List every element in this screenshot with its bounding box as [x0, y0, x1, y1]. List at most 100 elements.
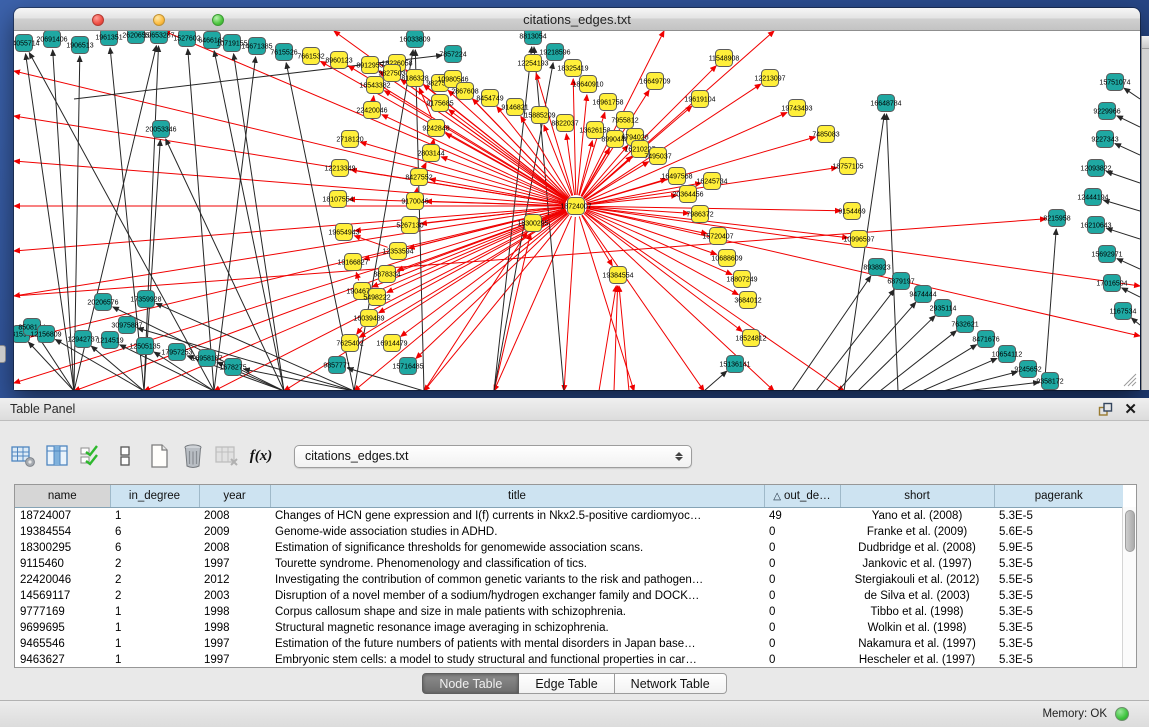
column-header-title[interactable]: title	[270, 485, 764, 507]
table-selector[interactable]: citations_edges.txt	[294, 445, 692, 468]
network-node[interactable]: 12254193	[517, 55, 548, 72]
network-node[interactable]: 9227343	[1091, 131, 1118, 148]
network-node[interactable]: 12213349	[324, 160, 355, 177]
network-node[interactable]: 10654112	[992, 346, 1023, 363]
column-header-short[interactable]: short	[840, 485, 994, 507]
network-node[interactable]: 15692971	[1091, 246, 1122, 263]
row-height-button[interactable]	[110, 441, 140, 471]
tab-edge-table[interactable]: Edge Table	[519, 673, 614, 694]
network-node[interactable]: 7485083	[812, 126, 839, 143]
network-node[interactable]: 18757105	[832, 158, 863, 175]
network-node[interactable]: 16245734	[696, 173, 727, 190]
network-node[interactable]: 9229966	[1093, 103, 1120, 120]
network-node[interactable]: 8454749	[476, 90, 503, 107]
network-node[interactable]: 7632621	[951, 316, 978, 333]
network-node[interactable]: 18640910	[572, 76, 603, 93]
network-node[interactable]: 9175685	[426, 95, 453, 112]
network-node[interactable]: 16648784	[870, 95, 901, 112]
function-builder-button[interactable]: f(x)	[246, 441, 276, 471]
network-node[interactable]: 19166827	[337, 254, 368, 271]
network-node[interactable]: 7615526	[270, 44, 297, 61]
network-view-window[interactable]: citations_edges.txt 18724007896012389129…	[14, 8, 1140, 390]
network-node[interactable]: 19654943	[328, 224, 359, 241]
panel-edge-handle[interactable]	[0, 345, 6, 363]
table-row[interactable]: 1938455462009Genome-wide association stu…	[15, 524, 1123, 540]
network-node[interactable]: 12942737	[67, 331, 98, 348]
network-node[interactable]: 16033809	[399, 31, 430, 48]
network-node[interactable]: 20691406	[36, 31, 67, 48]
network-node[interactable]: 16958107	[191, 350, 222, 367]
network-node[interactable]: 2803144	[417, 145, 444, 162]
network-node[interactable]: 15720407	[702, 228, 733, 245]
network-node[interactable]: 18524812	[735, 330, 766, 347]
table-row[interactable]: 946362711997Embryonic stem cells: a mode…	[15, 652, 1123, 668]
background-window-edge[interactable]	[1141, 36, 1149, 390]
network-node[interactable]: 17957253	[161, 344, 192, 361]
table-row[interactable]: 1830029562008Estimation of significance …	[15, 540, 1123, 556]
resize-grip[interactable]	[1123, 373, 1137, 387]
table-scrollbar-thumb[interactable]	[1125, 510, 1135, 552]
network-node[interactable]: 18325419	[557, 60, 588, 77]
create-column-button[interactable]	[144, 441, 174, 471]
tab-node-table[interactable]: Node Table	[422, 673, 519, 694]
network-node[interactable]: 15136141	[719, 356, 750, 373]
network-node[interactable]: 19743493	[781, 100, 812, 117]
network-node[interactable]: 8215958	[1043, 210, 1070, 227]
network-node[interactable]: 1214519	[96, 332, 123, 349]
table-scrollbar[interactable]	[1122, 507, 1136, 667]
column-header-pagerank[interactable]: pagerank	[994, 485, 1123, 507]
column-header-name[interactable]: name	[15, 485, 110, 507]
column-header-in_degree[interactable]: in_degree	[110, 485, 199, 507]
tab-network-table[interactable]: Network Table	[615, 673, 727, 694]
network-node[interactable]: 19384554	[602, 267, 633, 284]
network-node[interactable]: 9857771	[323, 357, 350, 374]
network-node[interactable]: 22420046	[356, 102, 387, 119]
table-row[interactable]: 1872400712008Changes of HCN gene express…	[15, 507, 1123, 524]
network-node[interactable]: 20053346	[145, 121, 176, 138]
network-node[interactable]: 16649709	[639, 73, 670, 90]
network-node[interactable]: 10688609	[711, 250, 742, 267]
network-node[interactable]: 16914479	[376, 335, 407, 352]
memory-indicator[interactable]	[1115, 707, 1129, 721]
table-row[interactable]: 977716911998Corpus callosum shape and si…	[15, 604, 1123, 620]
network-node[interactable]: 1906513	[66, 37, 93, 54]
network-node[interactable]: 1961351	[95, 31, 122, 46]
network-node[interactable]: 16961758	[592, 94, 623, 111]
network-node[interactable]: 12093822	[1080, 160, 1111, 177]
network-node[interactable]: 1527602	[173, 31, 200, 47]
window-titlebar[interactable]: citations_edges.txt	[14, 8, 1140, 31]
network-node[interactable]: 2935114	[930, 300, 957, 317]
show-columns-button[interactable]	[42, 441, 72, 471]
network-node[interactable]: 6879197	[887, 273, 914, 290]
delete-column-button[interactable]	[178, 441, 208, 471]
table-row[interactable]: 2242004622012Investigating the contribut…	[15, 572, 1123, 588]
network-node[interactable]: 19218596	[539, 44, 570, 61]
table-row[interactable]: 946554611997Estimation of the future num…	[15, 636, 1123, 652]
network-node[interactable]: 12213097	[754, 70, 785, 87]
network-node[interactable]: 1167534	[1110, 303, 1137, 320]
table-settings-button[interactable]	[8, 441, 38, 471]
network-node[interactable]: 9245652	[1014, 361, 1041, 378]
network-node[interactable]: 9358172	[1036, 373, 1063, 390]
close-panel-icon[interactable]: ✕	[1124, 400, 1137, 418]
network-node[interactable]: 9170046	[401, 193, 428, 210]
column-header-out_de[interactable]: △out_de…	[764, 485, 840, 507]
network-node[interactable]: 15716485	[392, 358, 423, 375]
table-row[interactable]: 1456911722003Disruption of a novel membe…	[15, 588, 1123, 604]
network-node[interactable]: 18107554	[322, 191, 353, 208]
network-node[interactable]: 12444194	[1077, 189, 1108, 206]
network-node[interactable]: 9154469	[838, 203, 865, 220]
network-node[interactable]: 15751074	[1099, 74, 1130, 91]
float-panel-icon[interactable]	[1098, 402, 1113, 417]
network-canvas[interactable]: 1872400789601238912955182260589827503165…	[14, 31, 1140, 390]
delete-table-button[interactable]	[212, 441, 242, 471]
network-node[interactable]: 10653287	[143, 31, 174, 44]
select-columns-button[interactable]	[76, 441, 106, 471]
network-node[interactable]: 3684012	[734, 292, 761, 309]
column-header-year[interactable]: year	[199, 485, 270, 507]
table-panel-header[interactable]: Table Panel ✕	[0, 398, 1149, 421]
network-node[interactable]: 16210643	[1080, 217, 1111, 234]
network-graph[interactable]: 1872400789601238912955182260589827503165…	[14, 31, 1140, 390]
network-node[interactable]: 7857224	[439, 46, 466, 63]
network-node[interactable]: 2718120	[336, 131, 363, 148]
